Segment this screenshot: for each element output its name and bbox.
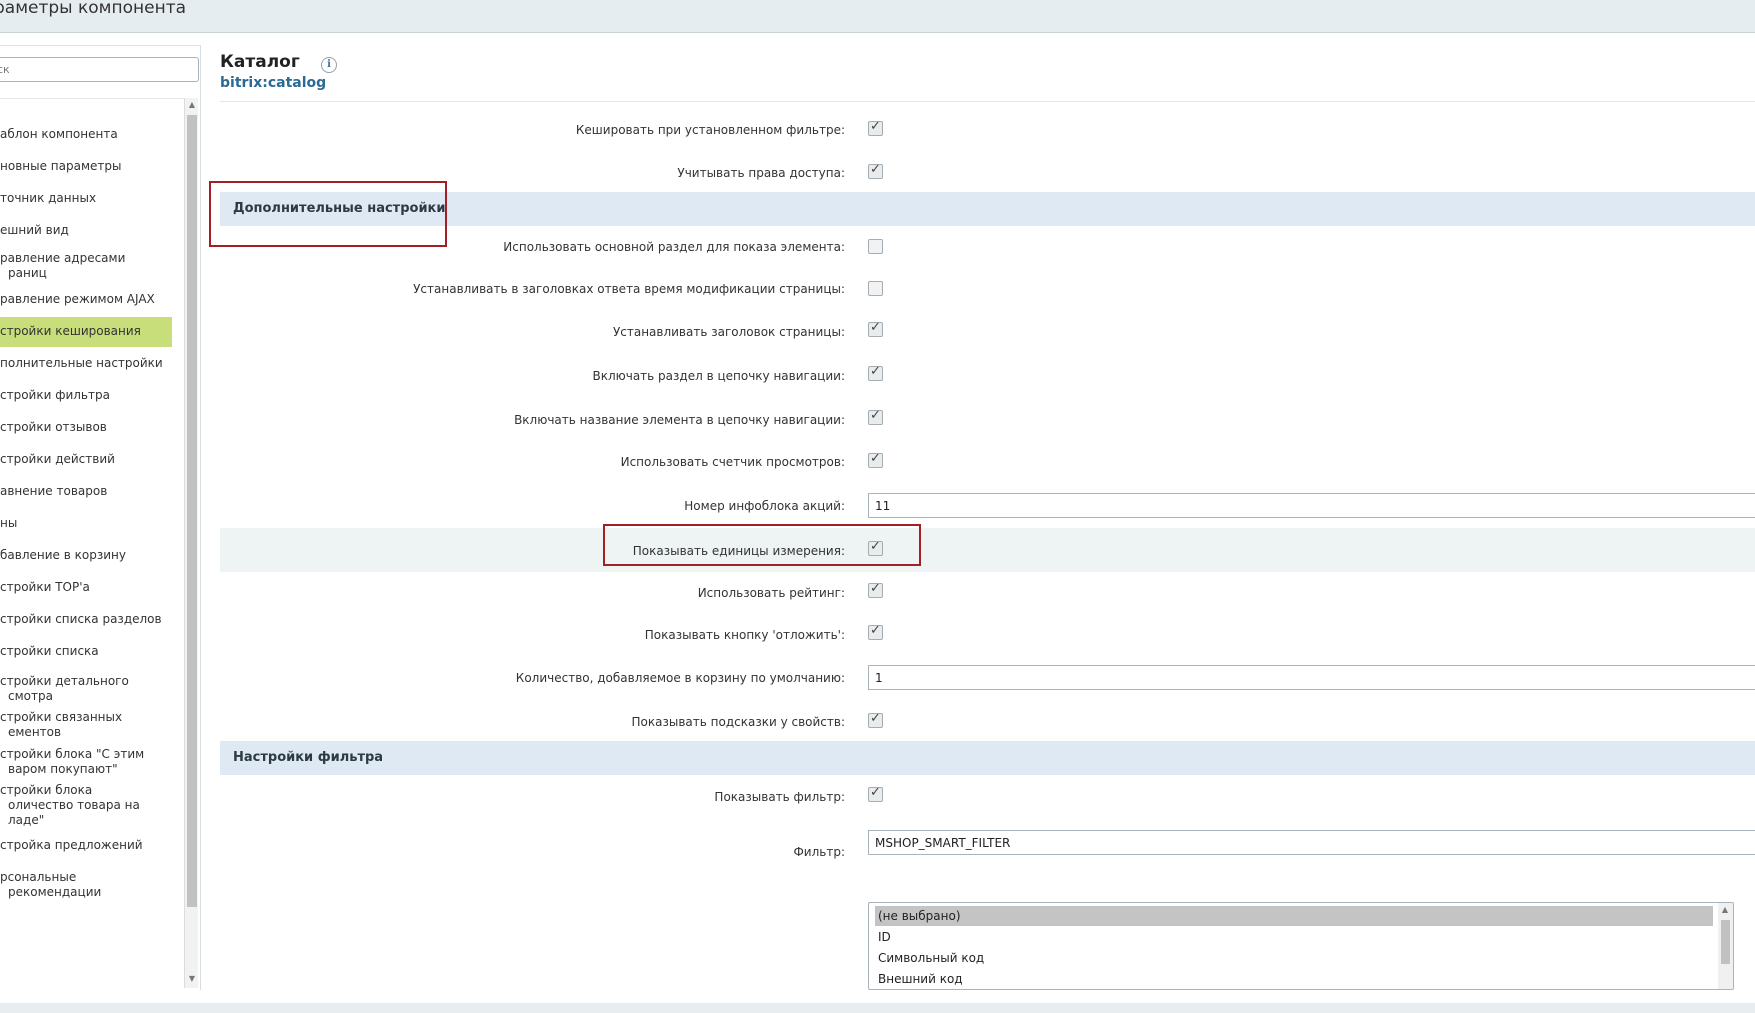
sidebar-item-data-source[interactable]: точник данных	[0, 191, 172, 206]
view-counter-checkbox[interactable]	[868, 451, 883, 468]
use-main-section-label: Использовать основной раздел для показа …	[503, 240, 845, 254]
show-hints-label: Показывать подсказки у свойств:	[631, 715, 845, 729]
sidebar-item-template[interactable]: аблон компонента	[0, 127, 172, 142]
show-delay-checkbox[interactable]	[868, 623, 883, 640]
sidebar-item-offers[interactable]: стройка предложений	[0, 838, 172, 853]
cache-filter-checkbox[interactable]	[868, 119, 883, 136]
sidebar-scrollbar[interactable]: ▲ ▼	[184, 98, 198, 988]
component-code: bitrix:catalog	[220, 75, 327, 91]
dialog-titlebar: раметры компонента	[0, 0, 1755, 33]
scroll-up-arrow-icon[interactable]: ▲	[187, 100, 197, 110]
highlighted-row	[220, 528, 1755, 572]
show-hints-checkbox[interactable]	[868, 711, 883, 728]
dialog-title: раметры компонента	[0, 0, 187, 18]
section-title-filter: Настройки фильтра	[233, 750, 384, 765]
sidebar-scroll-thumb[interactable]	[187, 115, 197, 907]
set-title-checkbox[interactable]	[868, 320, 883, 337]
sidebar-item-main-params[interactable]: новные параметры	[0, 159, 172, 174]
filter-name-input[interactable]	[868, 830, 1755, 855]
component-title: Каталог	[220, 52, 300, 72]
section-chain-checkbox[interactable]	[868, 364, 883, 381]
use-rating-checkbox[interactable]	[868, 581, 883, 598]
default-quantity-label: Количество, добавляемое в корзину по умо…	[515, 671, 845, 685]
sidebar-search-input[interactable]	[0, 57, 199, 82]
sidebar-item-linked-elements[interactable]: стройки связанных ементов	[0, 710, 172, 740]
filter-name-label: Фильтр:	[793, 845, 845, 859]
listbox-option[interactable]: ID	[875, 927, 891, 947]
sidebar-item-top-settings[interactable]: стройки TOP'а	[0, 580, 172, 595]
view-counter-label: Использовать счетчик просмотров:	[620, 455, 845, 469]
access-rights-checkbox[interactable]	[868, 162, 883, 179]
element-chain-checkbox[interactable]	[868, 408, 883, 425]
section-chain-label: Включать раздел в цепочку навигации:	[592, 369, 845, 383]
listbox-option[interactable]: Символьный код	[875, 948, 984, 968]
info-icon[interactable]: i	[321, 57, 337, 73]
annotation-box	[603, 524, 921, 566]
sidebar-item-compare[interactable]: авнение товаров	[0, 484, 172, 499]
listbox-scroll-thumb[interactable]	[1721, 920, 1730, 964]
header-divider	[220, 101, 1755, 102]
last-modified-checkbox[interactable]	[868, 281, 883, 296]
sidebar-item-add-to-basket[interactable]: бавление в корзину	[0, 548, 172, 563]
sidebar-item-list-settings[interactable]: стройки списка	[0, 644, 172, 659]
cache-filter-label: Кешировать при установленном фильтре:	[575, 123, 845, 137]
use-main-section-checkbox[interactable]	[868, 239, 883, 254]
annotation-box	[209, 181, 447, 247]
listbox-option[interactable]: Внешний код	[875, 969, 963, 989]
scroll-up-arrow-icon[interactable]: ▲	[1720, 905, 1730, 915]
listbox-option[interactable]: (не выбрано)	[875, 906, 1713, 926]
scroll-down-arrow-icon[interactable]: ▼	[187, 974, 197, 984]
sidebar-item-action-settings[interactable]: стройки действий	[0, 452, 172, 467]
sidebar-item-cache-settings[interactable]: стройки кеширования	[0, 317, 172, 347]
promo-iblock-input[interactable]	[868, 493, 1755, 518]
filter-fields-listbox[interactable]: (не выбрано) ID Символьный код Внешний к…	[868, 902, 1734, 990]
sidebar-item-review-settings[interactable]: стройки отзывов	[0, 420, 172, 435]
sidebar-item-section-list[interactable]: стройки списка разделов	[0, 612, 172, 627]
sidebar-item-url-management[interactable]: равление адресами раниц	[0, 251, 172, 281]
show-delay-label: Показывать кнопку 'отложить':	[644, 628, 845, 642]
use-rating-label: Использовать рейтинг:	[697, 586, 845, 600]
sidebar-item-extra-settings[interactable]: полнительные настройки	[0, 356, 172, 371]
sidebar-item-ajax-mode[interactable]: равление режимом AJAX	[0, 292, 172, 307]
dialog-footer	[0, 1003, 1755, 1013]
section-header-extra: Дополнительные настройки	[220, 192, 1755, 226]
sidebar-item-detail-settings[interactable]: стройки детального смотра	[0, 674, 172, 704]
sidebar-item-filter-settings[interactable]: стройки фильтра	[0, 388, 172, 403]
last-modified-label: Устанавливать в заголовках ответа время …	[413, 282, 845, 296]
set-title-label: Устанавливать заголовок страницы:	[612, 325, 845, 339]
show-filter-label: Показывать фильтр:	[714, 790, 845, 804]
element-chain-label: Включать название элемента в цепочку нав…	[514, 413, 845, 427]
sidebar-item-appearance[interactable]: ешний вид	[0, 223, 172, 238]
promo-iblock-label: Номер инфоблока акций:	[684, 499, 845, 513]
section-header-filter: Настройки фильтра	[220, 741, 1755, 775]
sidebar-item-prices[interactable]: ны	[0, 516, 172, 531]
sidebar-item-store-amount[interactable]: стройки блока оличество товара на ладе"	[0, 783, 172, 828]
access-rights-label: Учитывать права доступа:	[677, 166, 845, 180]
sidebar-nav-list: аблон компонента новные параметры точник…	[0, 98, 184, 988]
sidebar-item-also-bought[interactable]: стройки блока "С этим варом покупают"	[0, 747, 172, 777]
sidebar-item-recommendations[interactable]: рсональные рекомендации	[0, 870, 172, 900]
show-filter-checkbox[interactable]	[868, 785, 883, 802]
listbox-scrollbar[interactable]: ▲	[1718, 903, 1733, 989]
default-quantity-input[interactable]	[868, 665, 1755, 690]
